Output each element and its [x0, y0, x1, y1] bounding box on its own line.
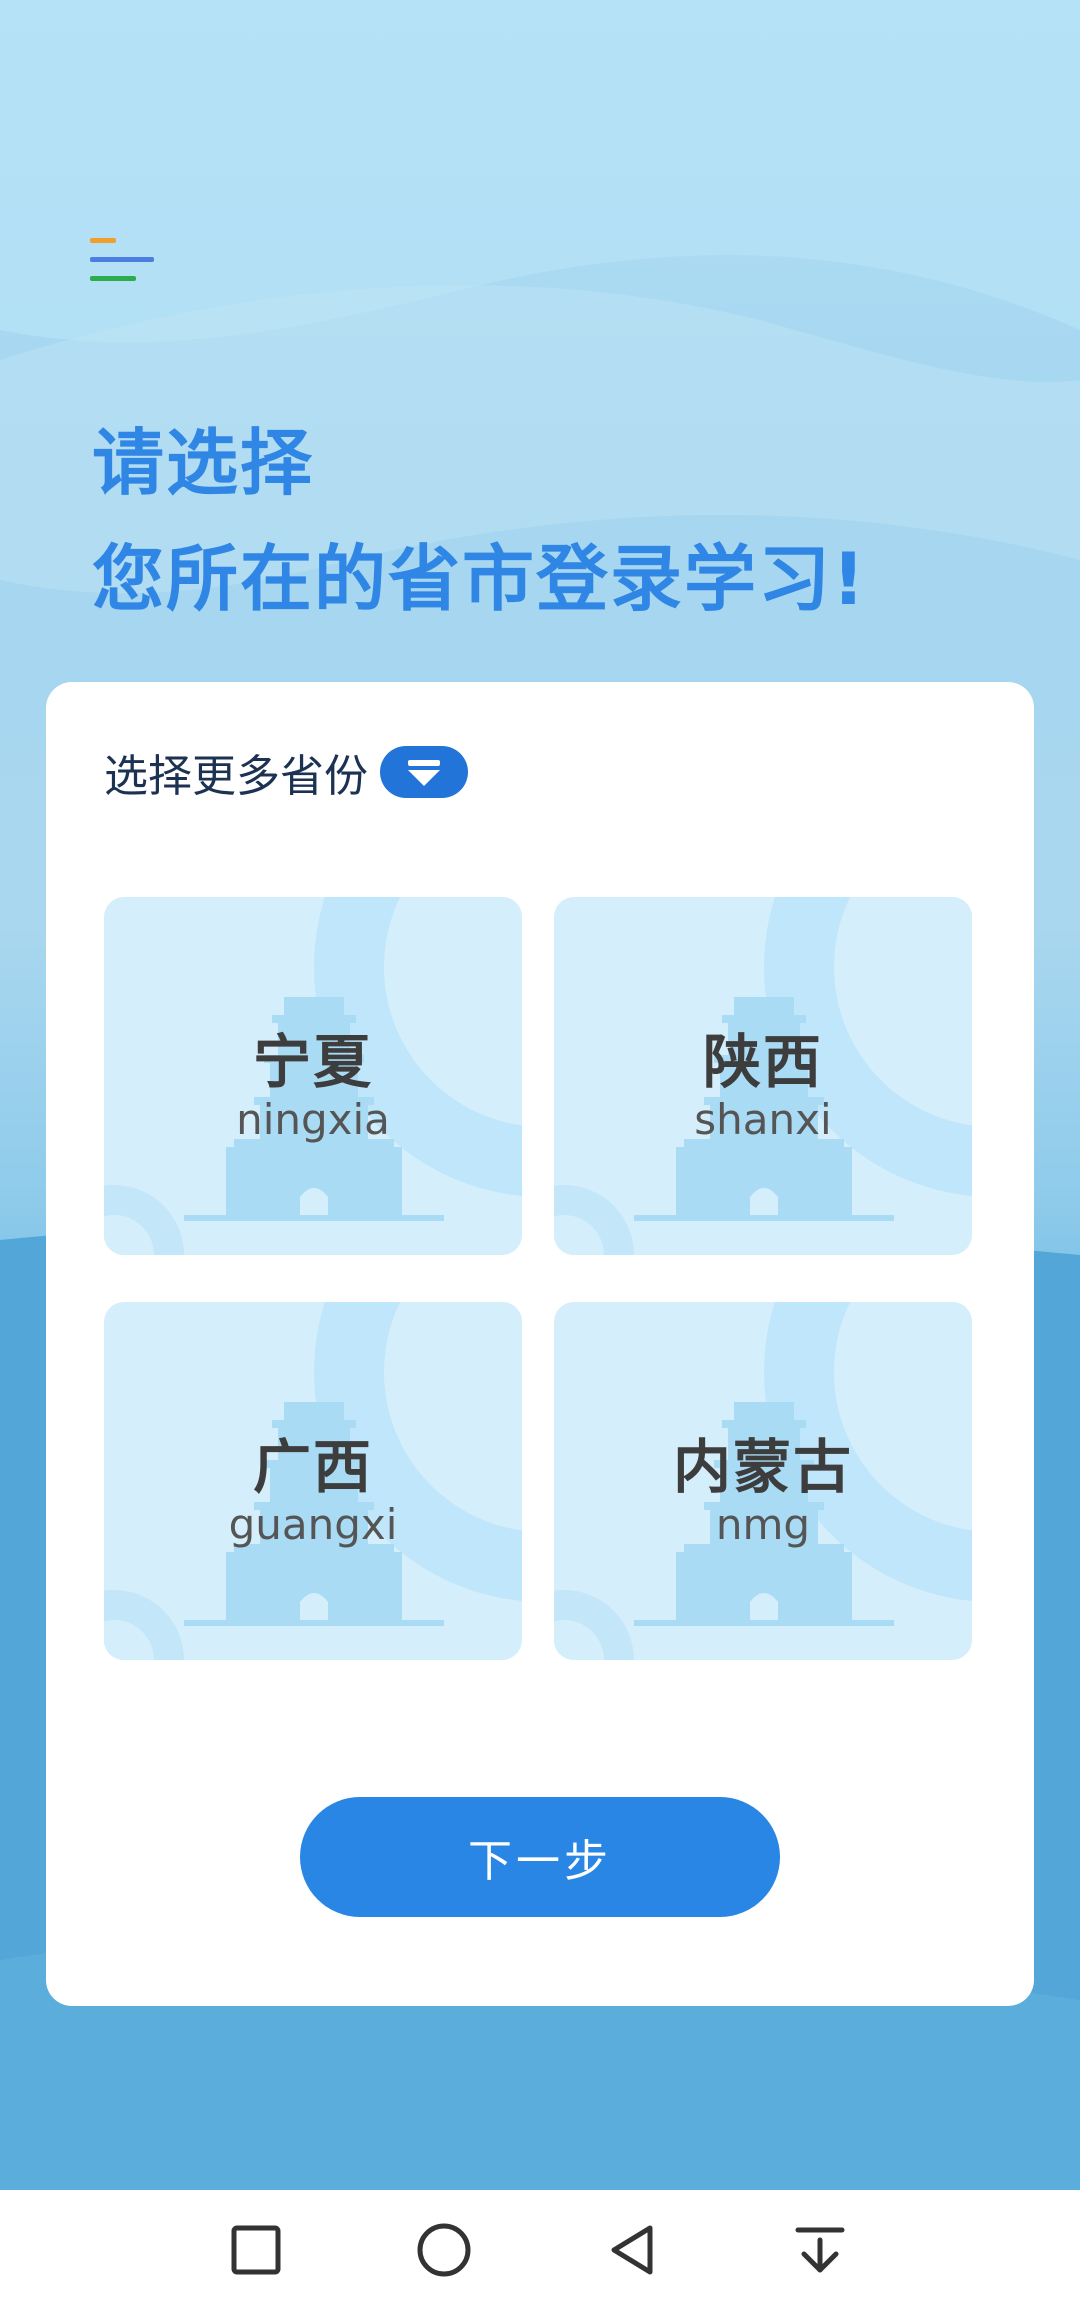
- province-name: 宁夏: [252, 1028, 373, 1096]
- province-tile-ningxia[interactable]: 宁夏 ningxia: [104, 897, 522, 1255]
- page-title-line-2: 您所在的省市登录学习!: [92, 537, 867, 621]
- square-icon: [231, 2225, 281, 2275]
- province-tile-guangxi[interactable]: 广西 guangxi: [104, 1302, 522, 1660]
- more-provinces-selector[interactable]: 选择更多省份: [104, 742, 468, 802]
- system-navigation-bar: [0, 2190, 1080, 2310]
- province-pinyin: ningxia: [236, 1095, 390, 1144]
- chevron-down-icon: [380, 746, 468, 798]
- province-pinyin: guangxi: [228, 1500, 398, 1549]
- province-name: 广西: [252, 1433, 373, 1501]
- province-pinyin: shanxi: [694, 1095, 832, 1144]
- home-button[interactable]: [402, 2208, 486, 2292]
- province-tile-nmg[interactable]: 内蒙古 nmg: [554, 1302, 972, 1660]
- province-name: 内蒙古: [672, 1433, 853, 1501]
- notifications-button[interactable]: [778, 2208, 862, 2292]
- recents-button[interactable]: [214, 2208, 298, 2292]
- province-tile-shanxi[interactable]: 陕西 shanxi: [554, 897, 972, 1255]
- back-button[interactable]: [590, 2208, 674, 2292]
- page-title: 请选择 您所在的省市登录学习!: [92, 405, 867, 637]
- menu-icon: [90, 238, 154, 281]
- menu-button[interactable]: [86, 234, 156, 286]
- next-step-button[interactable]: 下一步: [300, 1797, 780, 1917]
- province-name: 陕西: [702, 1028, 823, 1096]
- page-title-line-1: 请选择: [92, 421, 315, 505]
- circle-icon: [417, 2223, 471, 2277]
- triangle-back-icon: [611, 2225, 653, 2275]
- province-pinyin: nmg: [715, 1500, 811, 1549]
- province-card: 选择更多省份 宁夏 ningxia 陕西 shanxi 广西 guangxi 内…: [46, 682, 1034, 2006]
- pull-down-icon: [795, 2227, 845, 2273]
- more-provinces-label: 选择更多省份: [104, 751, 368, 802]
